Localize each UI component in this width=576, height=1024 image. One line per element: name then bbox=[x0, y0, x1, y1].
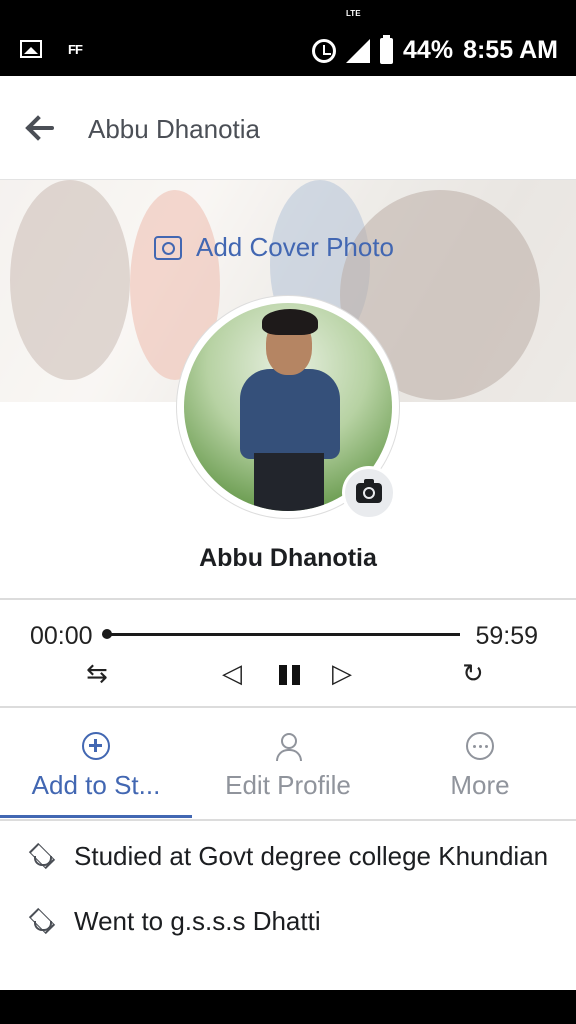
photo-figure-body bbox=[240, 369, 340, 459]
edit-person-icon bbox=[274, 732, 302, 761]
status-left: FF bbox=[20, 40, 83, 58]
photo-figure-hair bbox=[262, 309, 318, 335]
status-bar: FF LTE 44% 8:55 AM bbox=[0, 0, 576, 76]
next-icon[interactable]: ▷ bbox=[332, 658, 352, 688]
system-nav-bar bbox=[0, 990, 576, 1024]
add-to-story-button[interactable]: Add to St... bbox=[0, 708, 192, 818]
page-title: Abbu Dhanotia bbox=[88, 114, 261, 144]
signal-icon: LTE bbox=[346, 9, 371, 63]
profile-screen: FF LTE 44% 8:55 AM Abbu Dhanotia Add Cov… bbox=[0, 0, 576, 1024]
image-notification-icon bbox=[20, 40, 42, 58]
network-type: LTE bbox=[346, 8, 361, 18]
add-to-story-label: Add to St... bbox=[31, 770, 161, 800]
top-bar: Abbu Dhanotia bbox=[0, 76, 576, 180]
shuffle-icon[interactable]: ⇆ bbox=[86, 658, 108, 688]
edit-profile-label: Edit Profile bbox=[225, 770, 351, 800]
active-underline bbox=[0, 815, 192, 818]
divider bbox=[0, 819, 576, 821]
photo-figure-legs bbox=[254, 453, 324, 511]
edit-profile-button[interactable]: Edit Profile bbox=[192, 708, 384, 818]
add-circle-icon bbox=[82, 732, 110, 760]
add-cover-photo-button[interactable]: Add Cover Photo bbox=[154, 232, 394, 263]
list-item[interactable]: Studied at Govt degree college Khundian bbox=[0, 822, 576, 875]
graduation-cap-icon bbox=[26, 907, 58, 933]
change-profile-picture-button[interactable] bbox=[342, 466, 396, 520]
more-label: More bbox=[450, 770, 510, 800]
profile-name: Abbu Dhanotia bbox=[199, 544, 377, 572]
add-cover-photo-label: Add Cover Photo bbox=[196, 232, 395, 262]
camera-outline-icon bbox=[154, 235, 182, 260]
previous-icon[interactable]: ◁ bbox=[222, 658, 242, 688]
media-player-bar: 00:00 59:59 ⇆ ◁ ▷ ↻ bbox=[0, 600, 576, 706]
intro-section: Studied at Govt degree college Khundian … bbox=[0, 822, 576, 940]
profile-actions: Add to St... Edit Profile More bbox=[0, 708, 576, 818]
battery-percent: 44% bbox=[403, 36, 454, 64]
ff-notification-label: FF bbox=[68, 41, 83, 57]
camera-icon bbox=[356, 479, 382, 503]
education-text: Went to g.s.s.s Dhatti bbox=[74, 906, 321, 936]
alarm-icon bbox=[312, 38, 337, 63]
back-arrow-icon[interactable] bbox=[24, 114, 58, 142]
clock: 8:55 AM bbox=[463, 36, 558, 64]
pause-icon[interactable] bbox=[278, 665, 302, 685]
battery-icon bbox=[380, 34, 394, 64]
more-button[interactable]: More bbox=[384, 708, 576, 818]
seek-bar[interactable] bbox=[106, 633, 460, 636]
elapsed-time: 00:00 bbox=[30, 622, 93, 650]
more-dots-icon bbox=[466, 732, 494, 760]
repeat-icon[interactable]: ↻ bbox=[462, 658, 484, 688]
education-text: Studied at Govt degree college Khundian bbox=[74, 841, 549, 871]
seek-handle[interactable] bbox=[102, 629, 112, 639]
list-item[interactable]: Went to g.s.s.s Dhatti bbox=[0, 875, 576, 940]
graduation-cap-icon bbox=[26, 842, 58, 868]
status-right: LTE 44% 8:55 AM bbox=[312, 9, 558, 65]
total-time: 59:59 bbox=[475, 622, 538, 650]
